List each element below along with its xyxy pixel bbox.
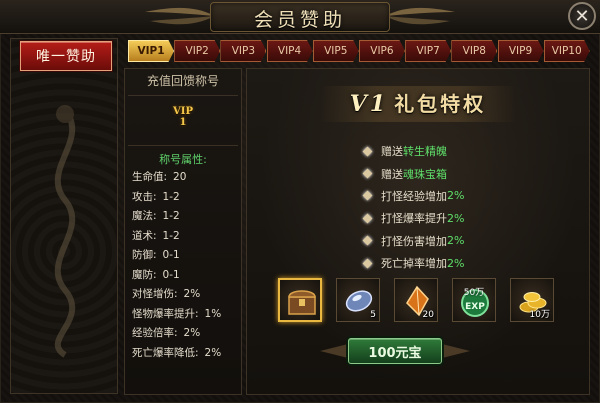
attribute-value: 0-1 bbox=[162, 268, 180, 281]
perk-text: 打怪爆率提升 bbox=[381, 212, 447, 226]
perk-text: 打怪经验增加 bbox=[381, 189, 447, 203]
perk-highlight: 2% bbox=[447, 256, 465, 270]
perk-list: 赠送 转生精魄 赠送 魂珠宝箱 打怪经验增加 2% 打怪爆率提升 2% 打怪伤害增加 2%… bbox=[362, 140, 564, 274]
attribute-value: 1% bbox=[204, 307, 222, 320]
divider bbox=[128, 145, 238, 146]
attribute-row: 魔法: 1-2 bbox=[132, 208, 242, 228]
window-title: 会员赞助 bbox=[253, 9, 346, 31]
sponsor-button[interactable]: 唯一赞助 bbox=[20, 41, 112, 71]
item-amount-label: 50万 bbox=[463, 288, 485, 298]
list-item: 赠送 转生精魄 bbox=[362, 140, 564, 162]
reward-item-slot[interactable]: 20 bbox=[394, 278, 438, 322]
tab-vip9[interactable]: VIP9 bbox=[497, 40, 544, 62]
tab-vip7[interactable]: VIP7 bbox=[405, 40, 452, 62]
divider bbox=[128, 95, 238, 96]
attribute-key: 死亡爆率降低: bbox=[132, 346, 199, 359]
item-quantity: 10万 bbox=[529, 310, 550, 320]
tab-vip2[interactable]: VIP2 bbox=[174, 40, 221, 62]
perk-text: 死亡掉率增加 bbox=[381, 257, 447, 271]
attributes-title: 称号属性: bbox=[159, 153, 207, 166]
tab-vip3[interactable]: VIP3 bbox=[220, 40, 267, 62]
list-item: 打怪经验增加 2% bbox=[362, 185, 564, 207]
item-quantity: 5 bbox=[370, 310, 376, 320]
attribute-row: 道术: 1-2 bbox=[132, 228, 242, 248]
attribute-list: 生命值: 20 攻击: 1-2 魔法: 1-2 道术: 1-2 防御: 0-1 魔防: 0-… bbox=[132, 169, 242, 364]
perk-text: 打怪伤害增加 bbox=[381, 234, 447, 248]
svg-text:EXP: EXP bbox=[465, 302, 485, 312]
perk-highlight: 魂珠宝箱 bbox=[403, 167, 447, 181]
perk-highlight: 2% bbox=[447, 234, 465, 248]
claim-reward-button[interactable]: 100元宝 bbox=[348, 338, 442, 364]
attribute-key: 道术: bbox=[132, 229, 157, 242]
tab-vip1[interactable]: VIP1 bbox=[128, 40, 174, 62]
vip-badge: VIP 1 bbox=[168, 106, 198, 134]
perk-text: 赠送 bbox=[381, 167, 403, 181]
attribute-value: 1-2 bbox=[162, 190, 180, 203]
reward-item-slot[interactable]: 5 bbox=[336, 278, 380, 322]
diamond-bullet-icon bbox=[362, 191, 373, 201]
tab-vip6[interactable]: VIP6 bbox=[358, 40, 405, 62]
attribute-row: 死亡爆率降低: 2% bbox=[132, 345, 242, 365]
attribute-value: 2% bbox=[183, 327, 201, 339]
list-item: 赠送 魂珠宝箱 bbox=[362, 162, 564, 184]
list-item: 死亡掉率增加 2% bbox=[362, 252, 564, 274]
attribute-value: 1-2 bbox=[162, 210, 180, 222]
attribute-key: 生命值: bbox=[132, 171, 168, 183]
title-wing-right-ornament bbox=[385, 7, 455, 25]
vip-badge-text: VIP bbox=[173, 106, 193, 117]
attribute-value: 20 bbox=[173, 171, 187, 183]
gift-pack-title: V1 礼包特权 bbox=[320, 88, 516, 117]
reward-item-slot[interactable]: EXP 50万 bbox=[452, 278, 496, 322]
vip-tab-bar: VIP1 VIP2 VIP3 VIP4 VIP5 VIP6 VIP7 VIP8 … bbox=[128, 40, 590, 62]
attribute-row: 攻击: 1-2 bbox=[132, 189, 242, 209]
reward-title-heading: 充值回馈称号 bbox=[146, 74, 219, 88]
vip-badge-level: 1 bbox=[179, 117, 187, 128]
attribute-row: 防御: 0-1 bbox=[132, 247, 242, 267]
diamond-bullet-icon bbox=[362, 258, 373, 269]
treasure-chest-icon bbox=[288, 290, 316, 315]
perk-highlight: 转生精魄 bbox=[403, 145, 447, 159]
tab-vip10[interactable]: VIP10 bbox=[543, 40, 590, 62]
attribute-row: 魔防: 0-1 bbox=[132, 267, 242, 287]
gift-pack-title-text: 礼包特权 bbox=[394, 92, 487, 116]
close-button[interactable]: ✕ bbox=[568, 2, 596, 30]
attribute-value: 2% bbox=[183, 288, 201, 300]
attribute-key: 魔法: bbox=[132, 210, 157, 222]
attribute-key: 对怪增伤: bbox=[132, 288, 178, 300]
gift-pack-level: V1 bbox=[349, 91, 389, 117]
attribute-key: 魔防: bbox=[132, 268, 157, 281]
perk-text: 赠送 bbox=[381, 145, 403, 159]
attribute-row: 怪物爆率提升: 1% bbox=[132, 306, 242, 326]
diamond-bullet-icon bbox=[362, 235, 373, 246]
diamond-bullet-icon bbox=[362, 146, 373, 157]
attribute-value: 1-2 bbox=[162, 229, 180, 242]
list-item: 打怪伤害增加 2% bbox=[362, 230, 564, 252]
attribute-value: 2% bbox=[204, 346, 222, 359]
diamond-bullet-icon bbox=[362, 168, 373, 179]
attribute-key: 怪物爆率提升: bbox=[132, 307, 199, 320]
diamond-bullet-icon bbox=[362, 213, 373, 224]
list-item: 打怪爆率提升 2% bbox=[362, 207, 564, 229]
item-quantity: 20 bbox=[422, 310, 434, 320]
perk-highlight: 2% bbox=[447, 189, 465, 203]
reward-items: 5 20 EXP 50万 10万 bbox=[278, 278, 562, 326]
title-wing-left-ornament bbox=[145, 7, 215, 25]
attribute-key: 经验倍率: bbox=[132, 327, 178, 339]
close-icon: ✕ bbox=[574, 5, 590, 27]
attribute-row: 经验倍率: 2% bbox=[132, 325, 242, 345]
attribute-key: 攻击: bbox=[132, 190, 157, 203]
attribute-row: 对怪增伤: 2% bbox=[132, 286, 242, 306]
tab-vip4[interactable]: VIP4 bbox=[266, 40, 313, 62]
perk-highlight: 2% bbox=[447, 211, 465, 225]
reward-item-slot[interactable] bbox=[278, 278, 322, 322]
dragon-ornament-icon bbox=[54, 105, 76, 358]
reward-item-slot[interactable]: 10万 bbox=[510, 278, 554, 322]
attribute-row: 生命值: 20 bbox=[132, 169, 242, 189]
attribute-key: 防御: bbox=[132, 249, 157, 261]
tab-vip5[interactable]: VIP5 bbox=[312, 40, 359, 62]
attribute-value: 0-1 bbox=[162, 249, 180, 261]
tab-vip8[interactable]: VIP8 bbox=[451, 40, 498, 62]
